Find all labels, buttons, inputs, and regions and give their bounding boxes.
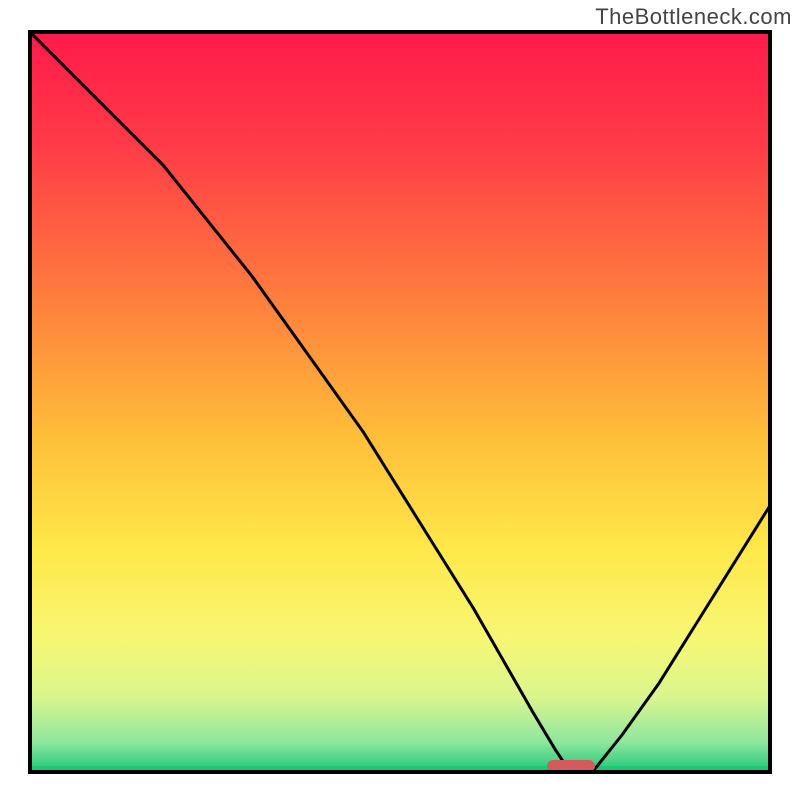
bottleneck-chart (0, 0, 800, 800)
watermark-label: TheBottleneck.com (595, 4, 792, 30)
chart-stage: TheBottleneck.com (0, 0, 800, 800)
